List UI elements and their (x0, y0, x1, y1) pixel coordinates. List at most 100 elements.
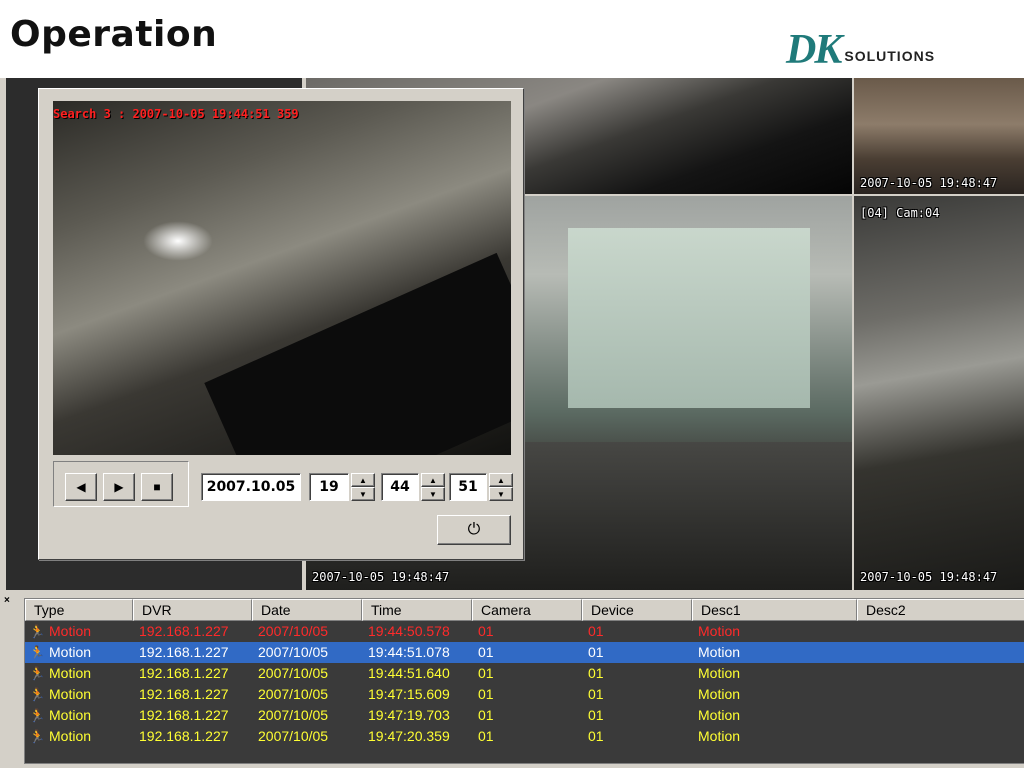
cell-desc1: Motion (698, 728, 741, 744)
stop-icon: ■ (153, 480, 161, 494)
arrow-down-icon: ▼ (429, 489, 437, 499)
motion-person-icon: 🏃 (29, 624, 46, 639)
cell-device: 01 (588, 707, 604, 723)
play-button[interactable]: ▶ (103, 473, 135, 501)
second-down-button[interactable]: ▼ (489, 487, 513, 501)
logo-text: SOLUTIONS (844, 48, 936, 64)
hour-up-button[interactable]: ▲ (351, 473, 375, 487)
second-up-button[interactable]: ▲ (489, 473, 513, 487)
event-list: Type DVR Date Time Camera Device Desc1 Desc2 🏃 M… (24, 598, 1024, 764)
motion-person-icon: 🏃 (29, 687, 46, 702)
hour-down-button[interactable]: ▼ (351, 487, 375, 501)
arrow-up-icon: ▲ (359, 475, 367, 485)
playback-video[interactable]: Search 3 : 2007-10-05 19:44:51 359 (53, 101, 511, 455)
cell-desc1: Motion (698, 686, 741, 702)
cell-device: 01 (588, 623, 604, 639)
camera-label: [04] Cam:04 (860, 206, 940, 220)
cell-dvr: 192.168.1.227 (139, 644, 229, 660)
minute-down-button[interactable]: ▼ (421, 487, 445, 501)
cell-date: 2007/10/05 (258, 707, 329, 723)
event-row[interactable]: 🏃 Motion 192.168.1.227 2007/10/05 19:44:51.0… (25, 642, 1024, 663)
event-row[interactable]: 🏃 Motion 192.168.1.227 2007/10/05 19:44:51.6… (25, 663, 1024, 684)
motion-person-icon: 🏃 (29, 708, 46, 723)
rewind-icon: ◀ (76, 480, 86, 494)
event-list-body: 🏃 Motion 192.168.1.227 2007/10/05 19:44:50.5… (25, 621, 1024, 747)
camera-timestamp: 2007-10-05 19:48:47 (312, 570, 450, 584)
cell-desc1: Motion (698, 644, 741, 660)
arrow-up-icon: ▲ (429, 475, 437, 485)
second-field[interactable]: 51 (449, 473, 487, 501)
cell-date: 2007/10/05 (258, 665, 329, 681)
cell-desc2 (857, 726, 1024, 747)
cell-time: 19:44:51.078 (368, 644, 450, 660)
cell-desc1: Motion (698, 623, 741, 639)
motion-person-icon: 🏃 (29, 729, 46, 744)
cell-desc2 (857, 705, 1024, 726)
motion-person-icon: 🏃 (29, 666, 46, 681)
cell-device: 01 (588, 644, 604, 660)
company-logo: DK SOLUTIONS (786, 26, 936, 73)
hour-field[interactable]: 19 (309, 473, 349, 501)
cell-desc1: Motion (698, 665, 741, 681)
search-playback-dialog: Search 3 : 2007-10-05 19:44:51 359 ◀ ▶ ■… (38, 88, 524, 560)
column-header-desc1[interactable]: Desc1 (692, 599, 857, 621)
cell-dvr: 192.168.1.227 (139, 728, 229, 744)
minute-up-button[interactable]: ▲ (421, 473, 445, 487)
camera-tile-street[interactable]: [04] Cam:04 2007-10-05 19:48:47 (854, 196, 1024, 590)
cell-device: 01 (588, 665, 604, 681)
cell-time: 19:47:19.703 (368, 707, 450, 723)
cell-dvr: 192.168.1.227 (139, 707, 229, 723)
event-row[interactable]: 🏃 Motion 192.168.1.227 2007/10/05 19:47:15.6… (25, 684, 1024, 705)
camera-tile-top-right[interactable]: 2007-10-05 19:48:47 (854, 78, 1024, 194)
cell-desc2 (857, 663, 1024, 684)
cell-dvr: 192.168.1.227 (139, 686, 229, 702)
cell-device: 01 (588, 686, 604, 702)
column-header-device[interactable]: Device (582, 599, 692, 621)
event-row[interactable]: 🏃 Motion 192.168.1.227 2007/10/05 19:47:19.7… (25, 705, 1024, 726)
event-row[interactable]: 🏃 Motion 192.168.1.227 2007/10/05 19:44:50.5… (25, 621, 1024, 642)
arrow-down-icon: ▼ (359, 489, 367, 499)
event-list-header: Type DVR Date Time Camera Device Desc1 Desc2 (25, 599, 1024, 621)
play-icon: ▶ (114, 480, 124, 494)
slide-title: Operation (10, 14, 218, 55)
arrow-down-icon: ▼ (497, 489, 505, 499)
arrow-up-icon: ▲ (497, 475, 505, 485)
power-icon: ⏻ (467, 521, 481, 538)
cell-date: 2007/10/05 (258, 644, 329, 660)
search-timestamp: Search 3 : 2007-10-05 19:44:51 359 (53, 107, 299, 121)
cell-desc2 (857, 684, 1024, 705)
event-row[interactable]: 🏃 Motion 192.168.1.227 2007/10/05 19:47:20.3… (25, 726, 1024, 747)
column-header-desc2[interactable]: Desc2 (857, 599, 1024, 621)
room-whiteboard (568, 228, 810, 408)
column-header-type[interactable]: Type (25, 599, 133, 621)
cell-camera: 01 (478, 623, 494, 639)
date-field[interactable]: 2007.10.05 (201, 473, 301, 501)
cell-time: 19:47:20.359 (368, 728, 450, 744)
dvr-viewer-window: 2007-10-05 19:48:47 2007-10-05 19:48:47 … (0, 78, 1024, 768)
column-header-time[interactable]: Time (362, 599, 472, 621)
cell-camera: 01 (478, 686, 494, 702)
stop-button[interactable]: ■ (141, 473, 173, 501)
cell-desc1: Motion (698, 707, 741, 723)
video-light (143, 221, 213, 261)
cell-date: 2007/10/05 (258, 728, 329, 744)
minute-field[interactable]: 44 (381, 473, 419, 501)
camera-timestamp: 2007-10-05 19:48:47 (860, 570, 998, 584)
cell-time: 19:44:51.640 (368, 665, 450, 681)
close-icon[interactable]: × (4, 596, 14, 606)
logo-mark: DK (786, 27, 842, 73)
cell-date: 2007/10/05 (258, 623, 329, 639)
cell-desc2 (857, 642, 1024, 663)
close-search-button[interactable]: ⏻ (437, 515, 511, 545)
cell-dvr: 192.168.1.227 (139, 665, 229, 681)
video-shadow (204, 252, 511, 455)
cell-device: 01 (588, 728, 604, 744)
cell-time: 19:47:15.609 (368, 686, 450, 702)
column-header-dvr[interactable]: DVR (133, 599, 252, 621)
rewind-button[interactable]: ◀ (65, 473, 97, 501)
column-header-camera[interactable]: Camera (472, 599, 582, 621)
cell-camera: 01 (478, 644, 494, 660)
column-header-date[interactable]: Date (252, 599, 362, 621)
cell-camera: 01 (478, 728, 494, 744)
cell-camera: 01 (478, 665, 494, 681)
